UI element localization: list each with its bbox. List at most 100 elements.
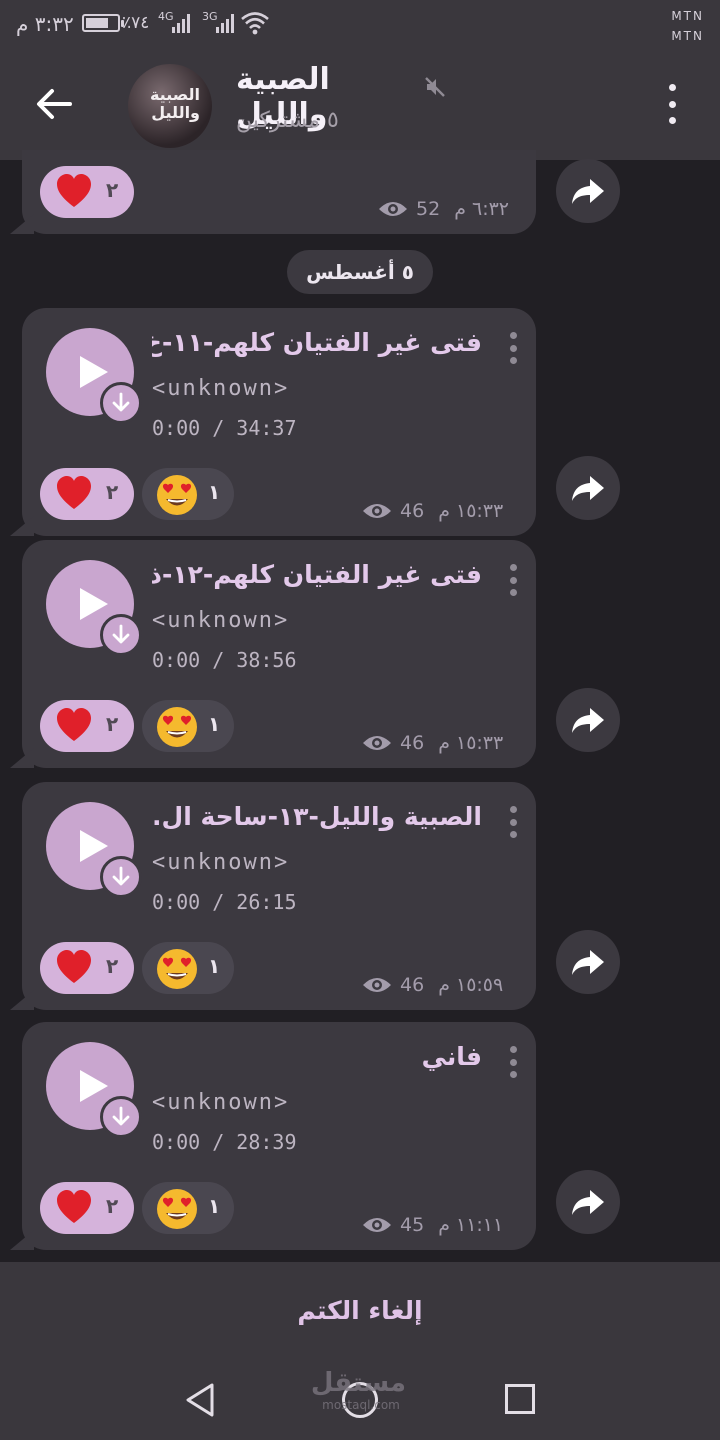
- message-meta: 46 ١٥:٣٣ م: [362, 732, 503, 754]
- channel-avatar[interactable]: الصبية والليل: [128, 64, 212, 148]
- signal-icon: [172, 13, 190, 33]
- audio-message-bubble: فتى غير الفتيان كلهم-١٢-ذ... <unknown> 0:0…: [22, 540, 536, 768]
- message-meta: 52 ٦:٣٢ م: [378, 198, 509, 220]
- forward-icon: [572, 179, 604, 204]
- forward-button[interactable]: [556, 456, 620, 520]
- forward-icon: [572, 1190, 604, 1215]
- forward-button[interactable]: [556, 930, 620, 994]
- heart-eyes-icon: [157, 475, 197, 515]
- battery-icon: [82, 14, 124, 32]
- reaction-heart[interactable]: ٢: [40, 700, 134, 752]
- mute-icon: [425, 77, 445, 97]
- carrier-2: MTN: [671, 29, 704, 43]
- chat-header: الصبية والليل الصبية والليل ٥ مشتركين: [0, 48, 720, 160]
- reaction-count: ٢: [106, 712, 119, 736]
- more-vert-icon[interactable]: [508, 564, 518, 596]
- avatar-title: الصبية والليل: [149, 85, 200, 122]
- reaction-count: ٢: [106, 480, 119, 504]
- heart-icon: [57, 1190, 91, 1223]
- nav-back-icon[interactable]: [184, 1382, 216, 1418]
- wifi-icon: [241, 12, 269, 35]
- audio-message-bubble: فاني <unknown> 0:00 / 28:39 ٢ ١ 45 ١١:١١ م: [22, 1022, 536, 1250]
- message-time: ١١:١١ م: [438, 1214, 504, 1236]
- status-bar: ٣:٣٢ م ٪٧٤ 4G 3G MTN MTN: [0, 0, 720, 48]
- download-icon: [112, 866, 130, 886]
- message-time: ٦:٣٢ م: [454, 198, 510, 220]
- download-icon: [112, 1106, 130, 1126]
- heart-eyes-icon: [157, 1189, 197, 1229]
- reaction-heart-eyes[interactable]: ١: [142, 942, 234, 994]
- download-button[interactable]: [100, 614, 142, 656]
- track-performer: <unknown>: [152, 608, 290, 633]
- track-title: الصبية والليل-١٣-ساحة ال...: [152, 802, 482, 831]
- forward-icon: [572, 476, 604, 501]
- audio-message-bubble: فتى غير الفتيان كلهم-١١-خ... <unknown> 0:0…: [22, 308, 536, 536]
- reaction-count: ٢: [106, 1194, 119, 1218]
- reaction-heart-eyes[interactable]: ١: [142, 1182, 234, 1234]
- track-duration: 0:00 / 28:39: [152, 1130, 297, 1154]
- audio-message-bubble: الصبية والليل-١٣-ساحة ال... <unknown> 0:00…: [22, 782, 536, 1010]
- reaction-heart[interactable]: ٢: [40, 942, 134, 994]
- nav-recents-icon[interactable]: [505, 1384, 535, 1414]
- download-button[interactable]: [100, 856, 142, 898]
- forward-button[interactable]: [556, 159, 620, 223]
- eye-icon: [379, 202, 407, 216]
- status-time: ٣:٣٢ م: [16, 12, 74, 36]
- watermark-text: مستقل: [310, 1368, 406, 1398]
- eye-icon: [363, 1218, 391, 1232]
- heart-eyes-icon: [157, 707, 197, 747]
- forward-button[interactable]: [556, 1170, 620, 1234]
- eye-icon: [363, 978, 391, 992]
- carrier-label: MTN MTN: [671, 6, 704, 46]
- message-meta: 46 ١٥:٥٩ م: [362, 974, 503, 996]
- heart-icon: [57, 708, 91, 741]
- more-vert-icon[interactable]: [508, 806, 518, 838]
- subscriber-count: ٥ مشتركين: [236, 108, 339, 133]
- track-performer: <unknown>: [152, 850, 290, 875]
- reaction-count: ١: [208, 480, 221, 504]
- forward-icon: [572, 950, 604, 975]
- more-vert-icon[interactable]: [508, 1046, 518, 1078]
- reaction-heart[interactable]: ٢: [40, 166, 134, 218]
- track-duration: 0:00 / 38:56: [152, 648, 297, 672]
- reaction-count: ٢: [106, 954, 119, 978]
- date-separator: ٥ أغسطس: [287, 250, 433, 294]
- unmute-button[interactable]: إلغاء الكتم: [200, 1286, 520, 1336]
- reaction-count: ١: [208, 1194, 221, 1218]
- track-title: فتى غير الفتيان كلهم-١٢-ذ...: [152, 560, 482, 589]
- back-arrow-icon[interactable]: [30, 80, 78, 128]
- download-icon: [112, 624, 130, 644]
- more-vert-icon[interactable]: [508, 332, 518, 364]
- more-vert-icon[interactable]: [664, 84, 680, 124]
- battery-percent: ٪٧٤: [122, 13, 150, 33]
- watermark-url: mostaql.com: [322, 1398, 400, 1412]
- forward-button[interactable]: [556, 688, 620, 752]
- view-count: 45: [400, 1214, 425, 1236]
- reaction-count: ١: [208, 712, 221, 736]
- reaction-heart-eyes[interactable]: ١: [142, 468, 234, 520]
- eye-icon: [363, 504, 391, 518]
- message-meta: 45 ١١:١١ م: [362, 1214, 503, 1236]
- track-duration: 0:00 / 34:37: [152, 416, 297, 440]
- eye-icon: [363, 736, 391, 750]
- reaction-heart[interactable]: ٢: [40, 1182, 134, 1234]
- view-count: 46: [400, 732, 425, 754]
- reaction-heart-eyes[interactable]: ١: [142, 700, 234, 752]
- download-button[interactable]: [100, 1096, 142, 1138]
- message-bubble: ٢ 52 ٦:٣٢ م: [22, 150, 536, 234]
- download-button[interactable]: [100, 382, 142, 424]
- view-count: 52: [416, 198, 441, 220]
- track-performer: <unknown>: [152, 376, 290, 401]
- reaction-count: ١: [208, 954, 221, 978]
- download-icon: [112, 392, 130, 412]
- heart-icon: [57, 174, 91, 207]
- watermark: مستقل mostaql.com: [310, 1368, 406, 1412]
- message-time: ١٥:٣٣ م: [438, 500, 504, 522]
- signal-icon-2: [216, 13, 234, 33]
- reaction-heart[interactable]: ٢: [40, 468, 134, 520]
- message-time: ١٥:٥٩ م: [438, 974, 504, 996]
- carrier-1: MTN: [671, 9, 704, 23]
- bottom-bar: إلغاء الكتم: [0, 1262, 720, 1360]
- heart-icon: [57, 476, 91, 509]
- message-time: ١٥:٣٣ م: [438, 732, 504, 754]
